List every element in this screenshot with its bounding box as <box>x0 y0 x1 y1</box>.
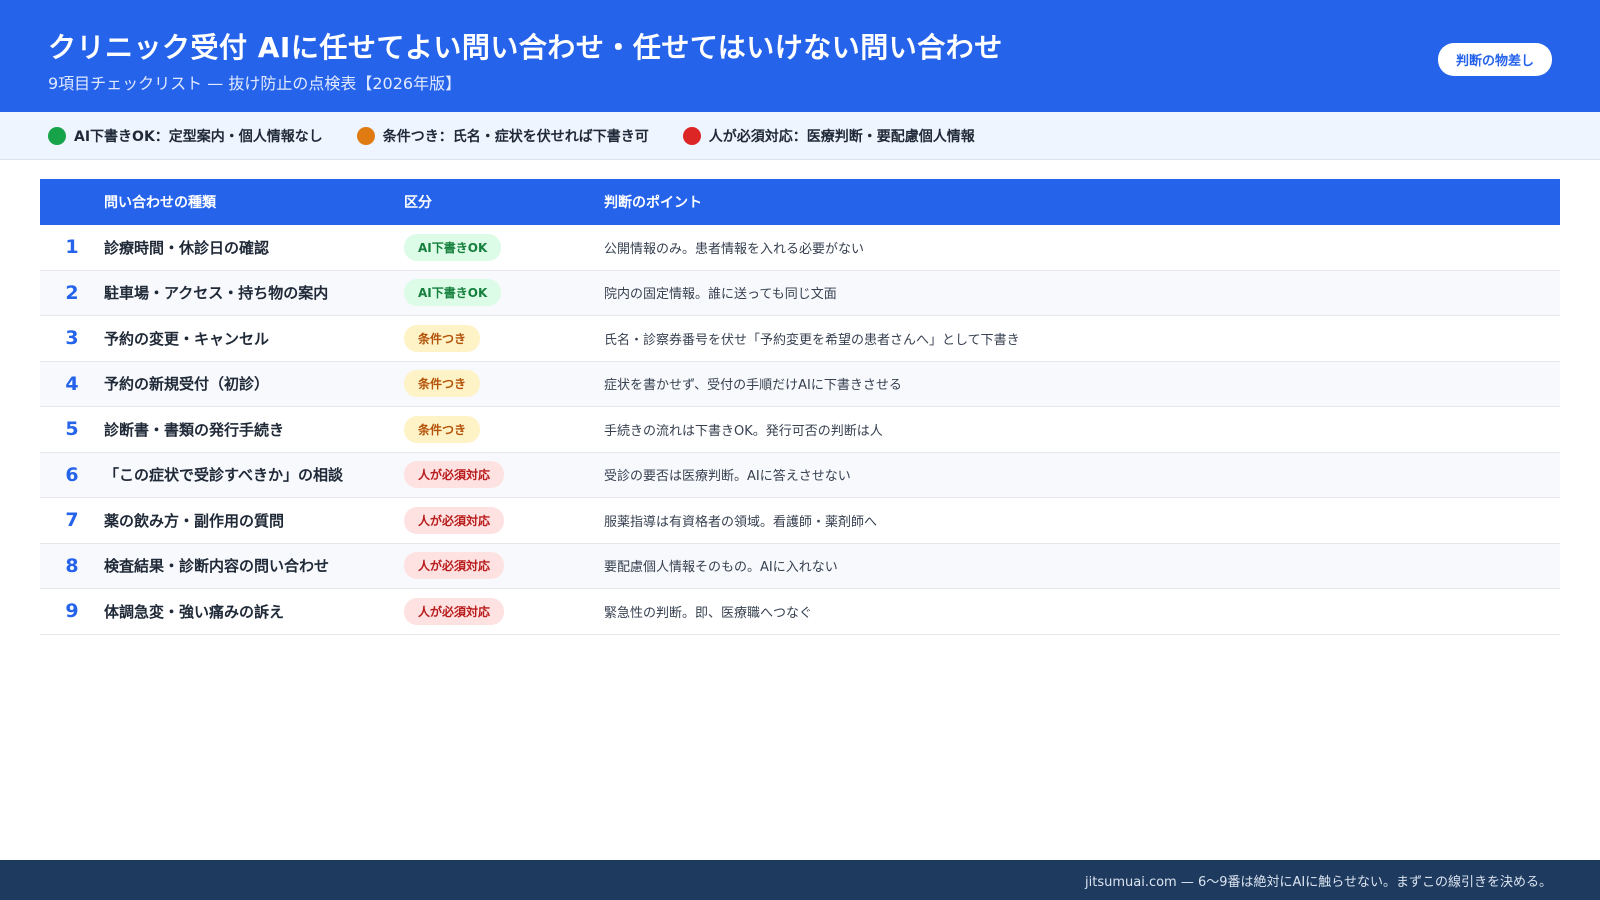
category-badge: 人が必須対応 <box>404 552 505 580</box>
judgment-note: 公開情報のみ。患者情報を入れる必要がない <box>604 241 865 257</box>
row-number: 3 <box>65 327 79 350</box>
column-header-category: 区分 <box>404 195 432 211</box>
category-badge: 条件つき <box>404 370 481 398</box>
category-badge: 人が必須対応 <box>404 597 505 625</box>
row-number: 8 <box>65 554 79 577</box>
row-number: 2 <box>65 281 79 304</box>
red-dot-icon <box>682 126 701 145</box>
category-badge: AI下書きOK <box>404 233 502 261</box>
inquiry-type: 診断書・書類の発行手続き <box>104 420 285 439</box>
judgment-note: 要配慮個人情報そのもの。AIに入れない <box>604 560 838 576</box>
page-title: クリニック受付 AIに任せてよい問い合わせ・任せてはいけない問い合わせ <box>48 31 1003 64</box>
table-row: 9 体調急変・強い痛みの訴え 人が必須対応 緊急性の判断。即、医療職へつなぐ <box>40 589 1560 635</box>
page: クリニック受付 AIに任せてよい問い合わせ・任せてはいけない問い合わせ 9項目チ… <box>0 0 1600 900</box>
table-row: 6 「この症状で受診すべきか」の相談 人が必須対応 受診の要否は医療判断。AIに… <box>40 452 1560 498</box>
footer-text: jitsumuai.com — 6〜9番は絶対にAIに触らせない。まずこの線引き… <box>1085 874 1552 890</box>
row-number: 1 <box>65 236 79 259</box>
table-row: 2 駐車場・アクセス・持ち物の案内 AI下書きOK 院内の固定情報。誰に送っても… <box>40 270 1560 316</box>
checklist-table: 問い合わせの種類 区分 判断のポイント 1 診療時間・休診日の確認 AI下書きO… <box>40 179 1560 635</box>
judgment-note: 服薬指導は有資格者の領域。看護師・薬剤師へ <box>604 514 878 530</box>
legend: AI下書きOK：定型案内・個人情報なし 条件つき：氏名・症状を伏せれば下書き可 … <box>0 112 1600 160</box>
column-header-note: 判断のポイント <box>604 195 702 211</box>
legend-label: 人が必須対応：医療判断・要配慮個人情報 <box>708 128 975 145</box>
category-badge: AI下書きOK <box>404 279 502 307</box>
table-row: 4 予約の新規受付（初診） 条件つき 症状を書かせず、受付の手順だけAIに下書き… <box>40 361 1560 407</box>
criteria-badge: 判断の物差し <box>1437 43 1552 76</box>
header: クリニック受付 AIに任せてよい問い合わせ・任せてはいけない問い合わせ 9項目チ… <box>0 0 1600 112</box>
inquiry-type: 検査結果・診断内容の問い合わせ <box>104 557 330 576</box>
table-row: 1 診療時間・休診日の確認 AI下書きOK 公開情報のみ。患者情報を入れる必要が… <box>40 225 1560 271</box>
table-row: 5 診断書・書類の発行手続き 条件つき 手続きの流れは下書きOK。発行可否の判断… <box>40 407 1560 453</box>
row-number: 4 <box>65 372 79 395</box>
judgment-note: 手続きの流れは下書きOK。発行可否の判断は人 <box>604 423 883 439</box>
category-badge: 人が必須対応 <box>404 461 505 489</box>
legend-label: 条件つき：氏名・症状を伏せれば下書き可 <box>382 128 649 145</box>
inquiry-type: 予約の新規受付（初診） <box>104 375 270 394</box>
judgment-note: 症状を書かせず、受付の手順だけAIに下書きさせる <box>604 378 902 394</box>
orange-dot-icon <box>356 126 375 145</box>
judgment-note: 氏名・診察券番号を伏せ「予約変更を希望の患者さんへ」として下書き <box>604 332 1020 348</box>
judgment-note: 緊急性の判断。即、医療職へつなぐ <box>604 605 813 621</box>
row-number: 9 <box>65 600 79 623</box>
legend-item-ok: AI下書きOK：定型案内・個人情報なし <box>48 126 323 146</box>
legend-item-conditional: 条件つき：氏名・症状を伏せれば下書き可 <box>356 126 649 146</box>
judgment-note: 受診の要否は医療判断。AIに答えさせない <box>604 469 851 485</box>
category-badge: 条件つき <box>404 324 481 352</box>
inquiry-type: 予約の変更・キャンセル <box>104 329 270 348</box>
footer: jitsumuai.com — 6〜9番は絶対にAIに触らせない。まずこの線引き… <box>0 860 1600 900</box>
inquiry-type: 診療時間・休診日の確認 <box>104 238 270 257</box>
inquiry-type: 駐車場・アクセス・持ち物の案内 <box>104 284 329 303</box>
legend-label: AI下書きOK：定型案内・個人情報なし <box>74 128 323 145</box>
category-badge: 人が必須対応 <box>404 506 505 534</box>
inquiry-type: 体調急変・強い痛みの訴え <box>104 602 285 621</box>
judgment-note: 院内の固定情報。誰に送っても同じ文面 <box>604 287 837 303</box>
page-subtitle: 9項目チェックリスト — 抜け防止の点検表【2026年版】 <box>48 74 462 93</box>
legend-item-human: 人が必須対応：医療判断・要配慮個人情報 <box>682 126 975 146</box>
row-number: 5 <box>65 418 79 441</box>
table-row: 7 薬の飲み方・副作用の質問 人が必須対応 服薬指導は有資格者の領域。看護師・薬… <box>40 498 1560 544</box>
table-header: 問い合わせの種類 区分 判断のポイント <box>40 179 1560 225</box>
table-row: 8 検査結果・診断内容の問い合わせ 人が必須対応 要配慮個人情報そのもの。AIに… <box>40 543 1560 589</box>
inquiry-type: 「この症状で受診すべきか」の相談 <box>104 466 343 485</box>
column-header-type: 問い合わせの種類 <box>104 195 216 211</box>
inquiry-type: 薬の飲み方・副作用の質問 <box>104 511 285 530</box>
row-number: 7 <box>65 509 79 532</box>
category-badge: 条件つき <box>404 415 481 443</box>
green-dot-icon <box>48 126 66 145</box>
table-row: 3 予約の変更・キャンセル 条件つき 氏名・診察券番号を伏せ「予約変更を希望の患… <box>40 316 1560 362</box>
row-number: 6 <box>65 463 79 486</box>
